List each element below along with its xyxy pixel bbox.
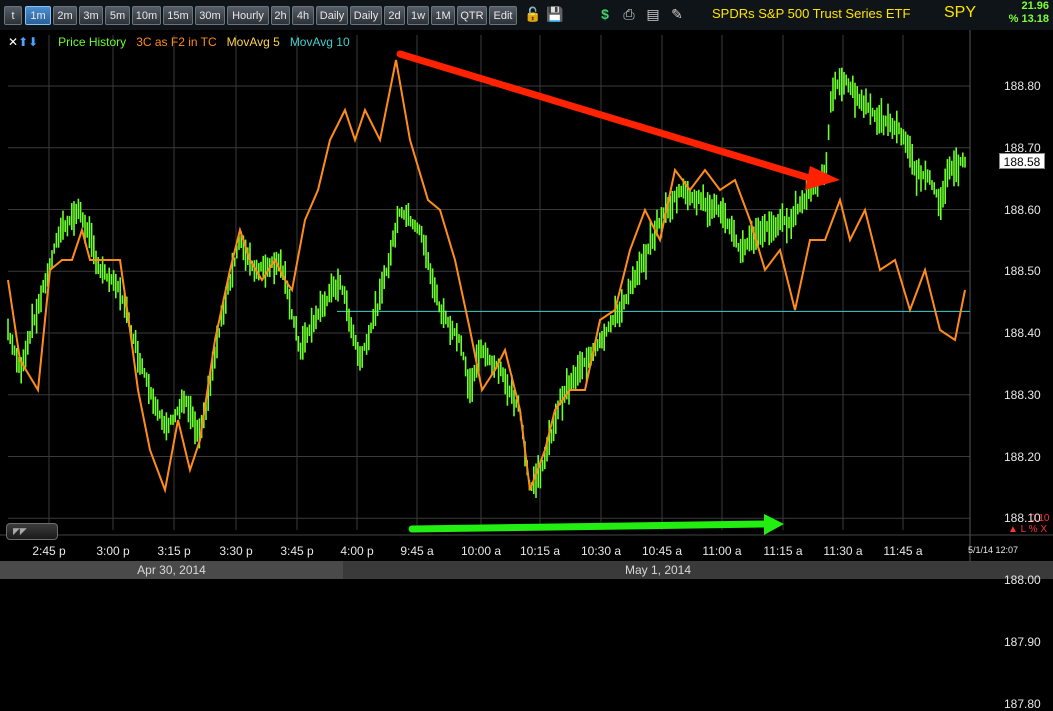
card-icon[interactable]: ▤ bbox=[644, 5, 662, 23]
timeframe-button-edit-17[interactable]: Edit bbox=[489, 6, 517, 25]
date-bar: Apr 30, 2014 May 1, 2014 bbox=[0, 561, 1053, 579]
dollar-icon[interactable]: $ bbox=[596, 5, 614, 23]
change-value: 21.96 bbox=[1021, 0, 1049, 12]
time-tick-label: 3:00 p bbox=[96, 544, 130, 558]
time-tick-label: 10:00 a bbox=[460, 544, 502, 558]
annotation-arrow-red bbox=[396, 50, 820, 184]
save-icon[interactable]: 💾 bbox=[546, 5, 564, 23]
pencil-icon[interactable]: ✎ bbox=[668, 5, 686, 23]
time-tick-label: 2:45 p bbox=[32, 544, 66, 558]
datetime-stamp: 5/1/14 12:07 bbox=[968, 545, 1019, 555]
time-tick-label: 11:15 a bbox=[763, 544, 803, 558]
time-tick-label: 3:30 p bbox=[219, 544, 253, 558]
time-tick-label: 11:30 a bbox=[823, 544, 863, 558]
date-may-1: May 1, 2014 bbox=[624, 563, 692, 577]
timeframe-button-qtr-16[interactable]: QTR bbox=[457, 6, 487, 25]
time-tick-label: 4:00 p bbox=[340, 544, 374, 558]
timeframe-button-hourly-8[interactable]: Hourly bbox=[227, 6, 269, 25]
timeframe-button-5m-4[interactable]: 5m bbox=[105, 6, 130, 25]
timeframe-button-15m-6[interactable]: 15m bbox=[163, 6, 193, 25]
timeframe-button-10m-5[interactable]: 10m bbox=[132, 6, 161, 25]
chart-scrollbar[interactable]: ◤◤ bbox=[6, 523, 58, 540]
date-apr-30: Apr 30, 2014 bbox=[0, 561, 343, 579]
indicator-line bbox=[7, 59, 966, 494]
timeframe-button-3m-3[interactable]: 3m bbox=[79, 6, 103, 25]
timeframe-button-daily-11[interactable]: Daily bbox=[316, 6, 348, 25]
price-tick-label: 187.90 bbox=[1004, 634, 1041, 649]
scroll-handle[interactable]: ◤◤ bbox=[13, 527, 31, 536]
price-tick-label: 188.40 bbox=[1004, 326, 1041, 340]
timeframe-button-1w-14[interactable]: 1w bbox=[407, 6, 429, 25]
legend-ma5[interactable]: MovAvg 5 bbox=[227, 35, 280, 49]
time-tick-label: 3:45 p bbox=[280, 544, 314, 558]
legend-ma10[interactable]: MovAvg 10 bbox=[290, 35, 350, 49]
price-tick-label: 188.80 bbox=[1004, 79, 1041, 93]
timeframe-button-2h-9[interactable]: 2h bbox=[271, 6, 290, 25]
symbol-title: SPDRs S&P 500 Trust Series ETF bbox=[712, 6, 911, 21]
timeframe-button-1m-1[interactable]: 1m bbox=[25, 6, 51, 25]
time-tick-label: 10:15 a bbox=[519, 544, 561, 558]
price-tick-label: 188.70 bbox=[1004, 140, 1041, 155]
current-price-label: 188.58 bbox=[999, 153, 1045, 169]
timeframe-button-2m-2[interactable]: 2m bbox=[53, 6, 77, 25]
print-icon[interactable]: ⎙ bbox=[620, 5, 638, 23]
timeframe-button-2d-13[interactable]: 2d bbox=[384, 6, 405, 25]
annotation-arrow-green-head bbox=[764, 514, 784, 535]
price-chart[interactable] bbox=[0, 30, 1053, 561]
price-tick-label: 188.10 bbox=[1004, 511, 1041, 526]
chart-legend: ✕⬆⬇ Price History 3C as F2 in TC MovAvg 5 Mo… bbox=[8, 35, 360, 49]
change-percent: % 13.18 bbox=[1008, 13, 1049, 25]
lock-icon[interactable]: 🔓 bbox=[524, 5, 542, 23]
timeframe-button-t-0[interactable]: t bbox=[4, 6, 22, 25]
legend-price-history[interactable]: Price History bbox=[58, 35, 126, 49]
symbol-ticker: SPY bbox=[944, 4, 977, 21]
timeframe-button-4h-10[interactable]: 4h bbox=[292, 6, 314, 25]
time-tick-label: 11:00 a bbox=[702, 544, 742, 558]
time-tick-label: 10:30 a bbox=[580, 544, 622, 558]
timeframe-button-30m-7[interactable]: 30m bbox=[195, 6, 225, 25]
price-tick-label: 188.20 bbox=[1004, 449, 1041, 464]
price-tick-label: 188.00 bbox=[1004, 573, 1041, 587]
timeframe-button-1m-15[interactable]: 1M bbox=[431, 6, 455, 25]
time-tick-label: 11:45 a bbox=[883, 544, 923, 558]
time-tick-label: 9:45 a bbox=[400, 544, 434, 558]
price-tick-label: 188.60 bbox=[1004, 202, 1041, 217]
price-tick-label: 188.30 bbox=[1004, 387, 1041, 402]
time-tick-label: 10:45 a bbox=[641, 544, 683, 558]
legend-indicator[interactable]: 3C as F2 in TC bbox=[136, 35, 216, 49]
timeframe-button-daily-12[interactable]: Daily bbox=[350, 6, 382, 25]
price-tick-label: 187.80 bbox=[1004, 696, 1041, 711]
price-tick-label: 188.50 bbox=[1004, 264, 1041, 279]
axis-controls[interactable]: ▲ L % X bbox=[1008, 524, 1047, 535]
legend-controls[interactable]: ✕⬆⬇ bbox=[8, 35, 48, 49]
annotation-arrow-green bbox=[408, 520, 769, 533]
time-tick-label: 3:15 p bbox=[157, 544, 191, 558]
